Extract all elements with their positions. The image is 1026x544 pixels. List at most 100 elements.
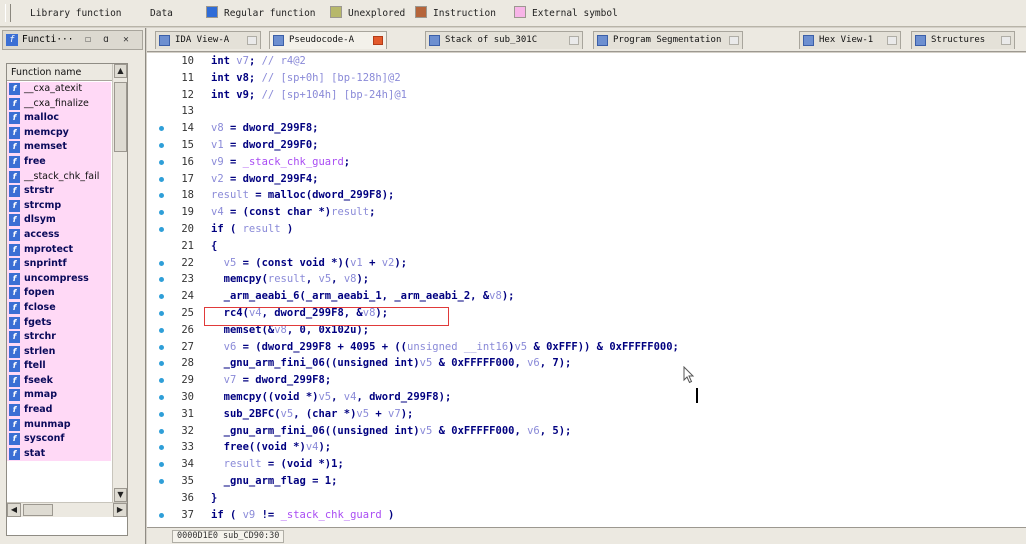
function-list-item[interactable]: f access [7, 227, 111, 243]
function-list-item[interactable]: f stat [7, 446, 111, 462]
function-list-item[interactable]: f fopen [7, 286, 111, 301]
breakpoint-dot-icon[interactable] [159, 126, 164, 132]
function-list-item[interactable]: f __cxa_atexit [7, 82, 111, 97]
function-list-item[interactable]: f fread [7, 403, 111, 418]
breakpoint-dot-icon[interactable] [159, 294, 164, 300]
tab-close-icon[interactable] [569, 36, 579, 45]
function-list-item[interactable]: f mmap [7, 388, 111, 404]
tab-close-icon[interactable] [247, 36, 257, 45]
breakpoint-dot-icon[interactable] [159, 411, 164, 417]
functions-list[interactable]: Function name f __cxa_atexit f __cxa_finali… [6, 63, 128, 536]
vertical-scrollbar[interactable]: ▲ ▼ [112, 64, 127, 502]
code-line[interactable]: 15 v1 = dword_299F0; [147, 138, 1026, 153]
breakpoint-dot-icon[interactable] [159, 344, 164, 350]
code-line[interactable]: 17 v2 = dword_299F4; [147, 172, 1026, 187]
function-list-item[interactable]: f sysconf [7, 432, 111, 447]
code-line[interactable]: 14 v8 = dword_299F8; [147, 121, 1026, 136]
tab-stack-of-sub-301c[interactable]: Stack of sub_301C [425, 31, 583, 49]
tab-pseudocode-a[interactable]: Pseudocode-A [269, 31, 387, 49]
function-list-item[interactable]: f strcmp [7, 198, 111, 214]
code-line[interactable]: 16 v9 = _stack_chk_guard; [147, 155, 1026, 170]
function-list-item[interactable]: f __stack_chk_fail [7, 169, 111, 185]
float-icon[interactable]: ɑ [99, 31, 113, 49]
function-list-item[interactable]: f ftell [7, 359, 111, 374]
tab-structures[interactable]: Structures [911, 31, 1015, 49]
close-icon[interactable]: ✕ [119, 31, 133, 49]
function-list-item[interactable]: f mprotect [7, 242, 111, 258]
function-list-item[interactable]: f uncompress [7, 271, 111, 287]
breakpoint-dot-icon[interactable] [159, 193, 164, 199]
breakpoint-dot-icon[interactable] [159, 428, 164, 434]
scroll-thumb[interactable] [114, 82, 127, 152]
function-list-item[interactable]: f strchr [7, 330, 111, 345]
function-list-item[interactable]: f fseek [7, 373, 111, 389]
function-list-item[interactable]: f fclose [7, 300, 111, 316]
breakpoint-dot-icon[interactable] [159, 479, 164, 484]
breakpoint-dot-icon[interactable] [159, 227, 164, 232]
function-list-item[interactable]: f munmap [7, 417, 111, 433]
breakpoint-dot-icon[interactable] [159, 210, 164, 216]
function-list-item[interactable]: f fgets [7, 315, 111, 331]
function-list-item[interactable]: f dlsym [7, 213, 111, 228]
breakpoint-dot-icon[interactable] [159, 378, 164, 384]
tab-close-icon[interactable] [1001, 36, 1011, 45]
code-line[interactable]: 23 memcpy(result, v5, v8); [147, 272, 1026, 287]
code-line[interactable]: 13 [147, 104, 1026, 119]
scroll-down-icon[interactable]: ▼ [114, 488, 127, 502]
function-list-item[interactable]: f strlen [7, 344, 111, 360]
code-line[interactable]: 28 _gnu_arm_fini_06((unsigned int)v5 & 0… [147, 356, 1026, 371]
breakpoint-dot-icon[interactable] [159, 143, 164, 148]
code-line[interactable]: 31 sub_2BFC(v5, (char *)v5 + v7); [147, 407, 1026, 422]
breakpoint-dot-icon[interactable] [159, 327, 164, 333]
code-line[interactable]: 34 result = (void *)1; [147, 457, 1026, 472]
breakpoint-dot-icon[interactable] [159, 361, 164, 367]
code-line[interactable]: 24 _arm_aeabi_6(_arm_aeabi_1, _arm_aeabi… [147, 289, 1026, 304]
code-line[interactable]: 36} [147, 491, 1026, 506]
function-list-item[interactable]: f memset [7, 140, 111, 155]
toolbar-grip[interactable] [5, 4, 11, 22]
breakpoint-dot-icon[interactable] [159, 395, 164, 400]
code-line[interactable]: 22 v5 = (const void *)(v1 + v2); [147, 256, 1026, 271]
tab-close-icon[interactable] [373, 36, 383, 45]
function-list-item[interactable]: f snprintf [7, 257, 111, 272]
code-line[interactable]: 32 _gnu_arm_fini_06((unsigned int)v5 & 0… [147, 424, 1026, 439]
breakpoint-dot-icon[interactable] [159, 512, 164, 518]
code-line[interactable]: 10 int v7; // r4@2 [147, 54, 1026, 69]
code-line[interactable]: 18 result = malloc(dword_299F8); [147, 188, 1026, 203]
functions-window-titlebar[interactable]: f Functi··· ☐ ɑ ✕ [2, 30, 143, 50]
pseudocode-view[interactable]: 10 int v7; // r4@2 11 int v8; // [sp+0h] [b… [147, 53, 1026, 527]
scroll-up-icon[interactable]: ▲ [114, 64, 127, 78]
tab-close-icon[interactable] [729, 36, 739, 45]
code-line[interactable]: 12 int v9; // [sp+104h] [bp-24h]@1 [147, 88, 1026, 103]
function-list-item[interactable]: f memcpy [7, 125, 111, 141]
horizontal-scrollbar[interactable]: ◀ ▶ [7, 502, 127, 517]
function-list-item[interactable]: f __cxa_finalize [7, 96, 111, 112]
tab-close-icon[interactable] [887, 36, 897, 45]
code-line[interactable]: 30 memcpy((void *)v5, v4, dword_299F8); [147, 390, 1026, 405]
scroll-right-icon[interactable]: ▶ [113, 503, 127, 517]
restore-icon[interactable]: ☐ [81, 31, 95, 49]
code-line[interactable]: 20 if ( result ) [147, 222, 1026, 237]
breakpoint-dot-icon[interactable] [159, 159, 164, 165]
code-line[interactable]: 35 _gnu_arm_flag = 1; [147, 474, 1026, 489]
breakpoint-dot-icon[interactable] [159, 311, 164, 316]
breakpoint-dot-icon[interactable] [159, 445, 164, 451]
code-line[interactable]: 21 { [147, 239, 1026, 254]
tab-program-segmentation[interactable]: Program Segmentation [593, 31, 743, 49]
code-line[interactable]: 27 v6 = (dword_299F8 + 4095 + ((unsigned… [147, 340, 1026, 355]
code-line[interactable]: 29 v7 = dword_299F8; [147, 373, 1026, 388]
function-name-column-header[interactable]: Function name [7, 64, 112, 81]
code-line[interactable]: 37 if ( v9 != _stack_chk_guard ) [147, 508, 1026, 523]
function-list-item[interactable]: f strstr [7, 184, 111, 199]
tab-ida-view-a[interactable]: IDA View-A [155, 31, 261, 49]
tab-hex-view-1[interactable]: Hex View-1 [799, 31, 901, 49]
breakpoint-dot-icon[interactable] [159, 260, 164, 266]
code-line[interactable]: 11 int v8; // [sp+0h] [bp-128h]@2 [147, 71, 1026, 86]
code-line[interactable]: 19 v4 = (const char *)result; [147, 205, 1026, 220]
breakpoint-dot-icon[interactable] [159, 462, 164, 468]
code-line[interactable]: 33 free((void *)v4); [147, 440, 1026, 455]
h-scroll-thumb[interactable] [23, 504, 53, 516]
scroll-left-icon[interactable]: ◀ [7, 503, 21, 517]
function-list-item[interactable]: f malloc [7, 111, 111, 126]
function-list-item[interactable]: f free [7, 154, 111, 170]
